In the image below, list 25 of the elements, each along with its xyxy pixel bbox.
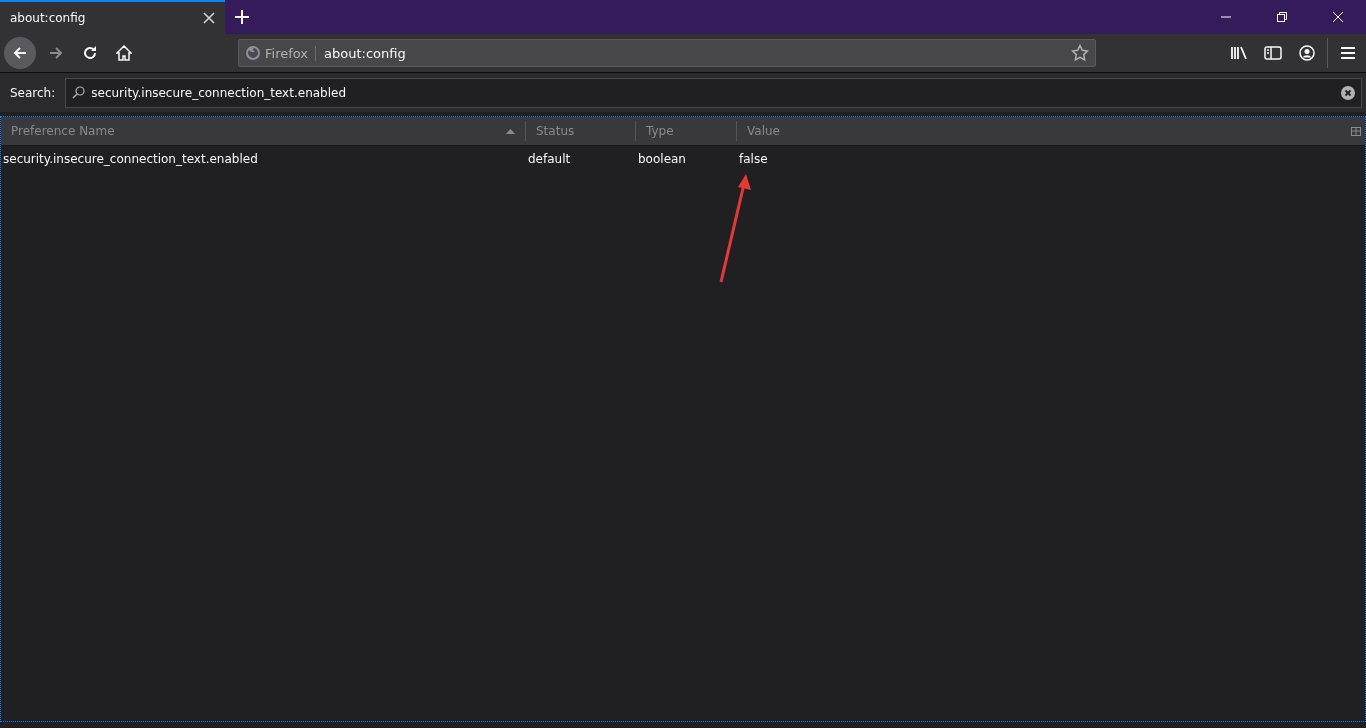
column-header[interactable]: Type: [636, 121, 737, 141]
identity-label: Firefox: [265, 45, 317, 61]
column-header[interactable]: Value: [737, 121, 1347, 141]
table-cell-text: false: [738, 152, 769, 166]
star-icon[interactable]: [1071, 44, 1089, 62]
table-cell-text: boolean: [637, 152, 687, 166]
close-icon[interactable]: [1333, 12, 1343, 22]
browser-tab[interactable]: about:config: [0, 0, 225, 34]
column-header[interactable]: Status: [526, 121, 636, 141]
search-field[interactable]: security.insecure_connection_text.enabled: [65, 77, 1362, 108]
url-text: about:config: [324, 45, 407, 61]
table-cell-text: default: [527, 152, 572, 166]
back-arrow-icon: [12, 45, 28, 61]
new-tab-icon[interactable]: [235, 10, 249, 24]
browser-logo-icon: [245, 45, 261, 61]
restore-icon[interactable]: [1277, 12, 1287, 22]
clear-icon[interactable]: [1341, 85, 1355, 100]
table-cell-text: security.insecure_connection_text.enabled: [2, 152, 259, 166]
back-button[interactable]: [4, 37, 36, 69]
search-icon: [72, 86, 86, 99]
column-header[interactable]: Preference Name: [1, 121, 526, 141]
column-picker-icon[interactable]: [1351, 126, 1361, 136]
close-tab-icon[interactable]: [203, 12, 215, 24]
address-bar[interactable]: Firefox about:config: [238, 39, 1096, 67]
search-label: Search:: [10, 85, 56, 100]
